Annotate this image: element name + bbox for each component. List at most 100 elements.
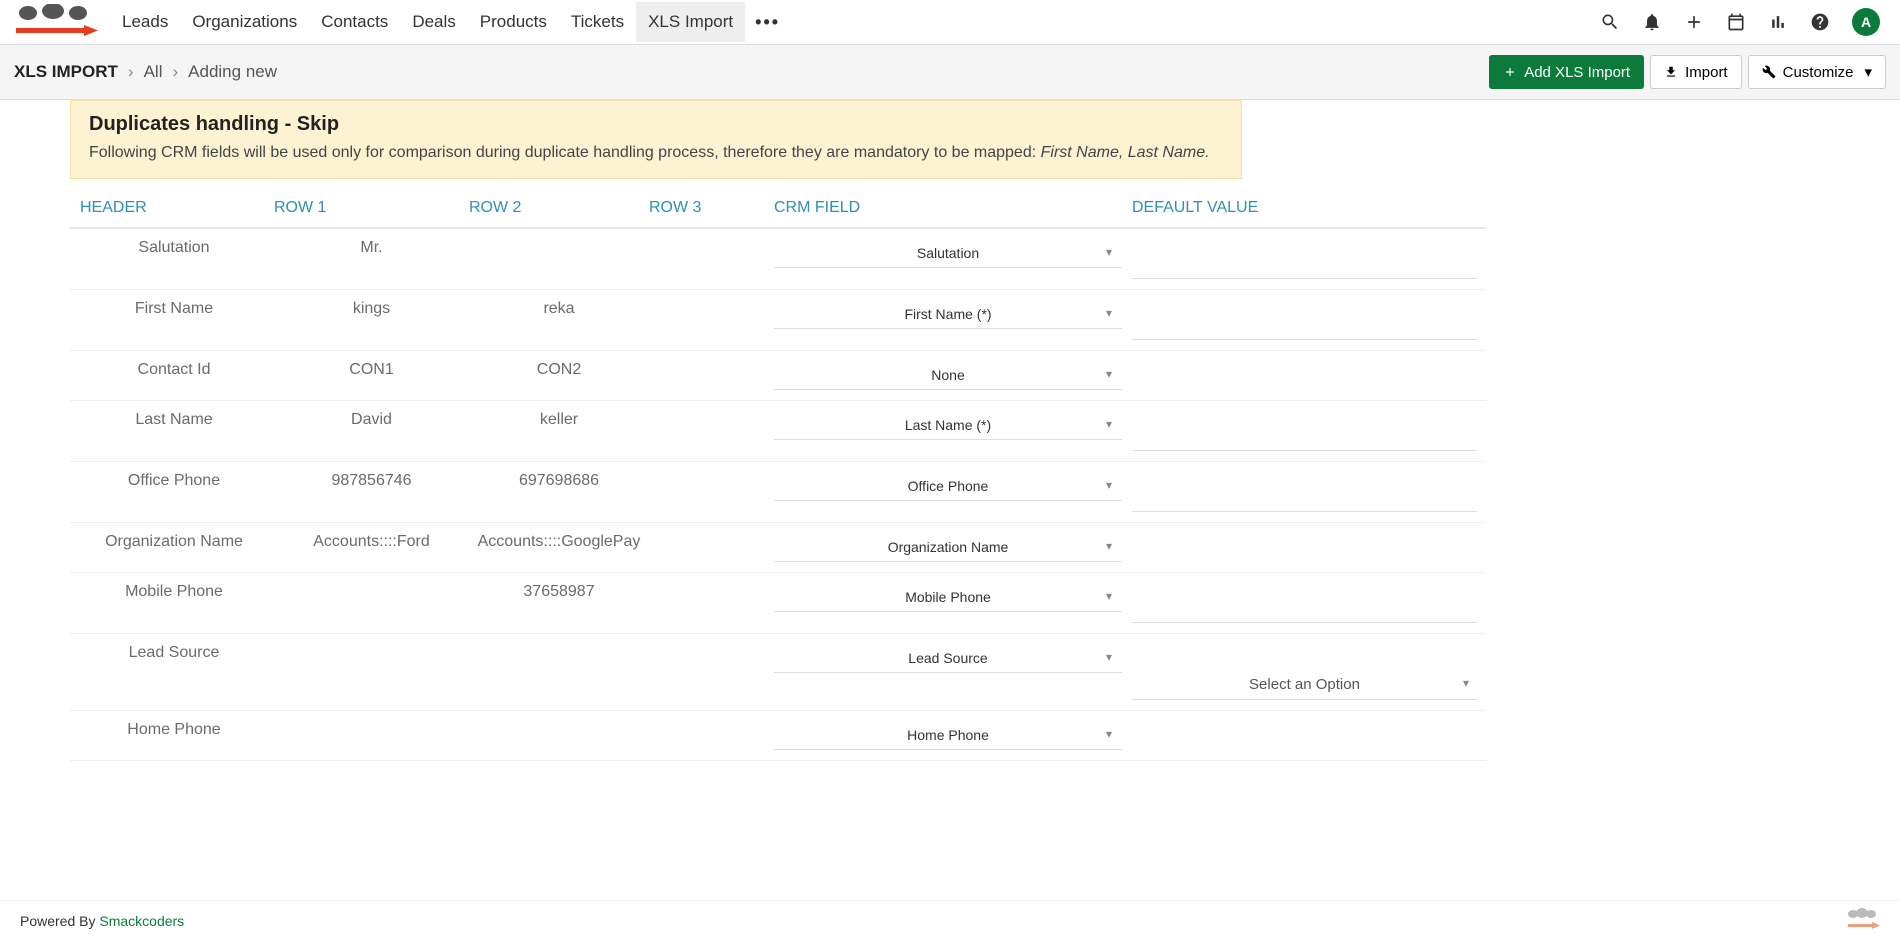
help-icon[interactable] bbox=[1810, 12, 1830, 32]
cell-crm-field: None bbox=[774, 361, 1132, 390]
crm-field-select[interactable]: Home Phone bbox=[774, 721, 1122, 750]
chevron-right-icon: › bbox=[172, 62, 178, 82]
cell-default-value bbox=[1132, 239, 1482, 279]
default-value-select[interactable]: Select an Option bbox=[1132, 670, 1477, 700]
add-xls-import-button[interactable]: Add XLS Import bbox=[1489, 55, 1644, 89]
cell-default-value bbox=[1132, 583, 1482, 623]
cell-row2: CON2 bbox=[469, 361, 649, 379]
crm-field-select[interactable]: Last Name (*) bbox=[774, 411, 1122, 440]
cell-header: Home Phone bbox=[74, 721, 274, 739]
cell-default-value: Select an Option bbox=[1132, 644, 1482, 700]
cell-row2: reka bbox=[469, 300, 649, 318]
breadcrumb-current: Adding new bbox=[188, 62, 277, 82]
cell-row1: 987856746 bbox=[274, 472, 469, 490]
cell-row2: Accounts::::GooglePay bbox=[469, 533, 649, 551]
crm-field-select[interactable]: Office Phone bbox=[774, 472, 1122, 501]
nav-tab-leads[interactable]: Leads bbox=[110, 2, 180, 42]
cell-header: Contact Id bbox=[74, 361, 274, 379]
warning-title: Duplicates handling - Skip bbox=[89, 113, 1223, 136]
cell-crm-field: Home Phone bbox=[774, 721, 1132, 750]
sub-header: XLS IMPORT › All › Adding new Add XLS Im… bbox=[0, 45, 1900, 100]
cell-header: Office Phone bbox=[74, 472, 274, 490]
caret-down-icon: ▾ bbox=[1864, 63, 1872, 81]
cell-row1: CON1 bbox=[274, 361, 469, 379]
th-header: HEADER bbox=[74, 199, 274, 217]
calendar-icon[interactable] bbox=[1726, 12, 1746, 32]
breadcrumb-root[interactable]: XLS IMPORT bbox=[14, 62, 118, 82]
warning-text: Following CRM fields will be used only f… bbox=[89, 144, 1223, 162]
content: Duplicates handling - Skip Following CRM… bbox=[0, 100, 1900, 761]
table-row: First NamekingsrekaFirst Name (*) bbox=[70, 290, 1486, 351]
mapping-table: HEADER ROW 1 ROW 2 ROW 3 CRM FIELD DEFAU… bbox=[70, 189, 1486, 761]
footer-prefix: Powered By bbox=[20, 913, 99, 929]
cell-row2: 697698686 bbox=[469, 472, 649, 490]
download-icon bbox=[1664, 65, 1678, 79]
th-default-value: DEFAULT VALUE bbox=[1132, 199, 1482, 217]
cell-crm-field: Lead Source bbox=[774, 644, 1132, 673]
cell-header: Salutation bbox=[74, 239, 274, 257]
crm-field-select[interactable]: None bbox=[774, 361, 1122, 390]
warning-text-prefix: Following CRM fields will be used only f… bbox=[89, 144, 1041, 161]
avatar[interactable]: A bbox=[1852, 8, 1880, 36]
nav-tab-tickets[interactable]: Tickets bbox=[559, 2, 636, 42]
footer: Powered By Smackcoders bbox=[0, 900, 1900, 940]
crm-field-select[interactable]: Salutation bbox=[774, 239, 1122, 268]
table-row: Last NameDavidkellerLast Name (*) bbox=[70, 401, 1486, 462]
nav-tab-deals[interactable]: Deals bbox=[400, 2, 467, 42]
cell-row1: David bbox=[274, 411, 469, 429]
breadcrumb-all[interactable]: All bbox=[144, 62, 163, 82]
cell-header: Last Name bbox=[74, 411, 274, 429]
chevron-right-icon: › bbox=[128, 62, 134, 82]
cell-default-value bbox=[1132, 411, 1482, 451]
cell-header: Mobile Phone bbox=[74, 583, 274, 601]
nav-tabs: LeadsOrganizationsContactsDealsProductsT… bbox=[110, 2, 1600, 42]
nav-tab-contacts[interactable]: Contacts bbox=[309, 2, 400, 42]
footer-text: Powered By Smackcoders bbox=[20, 913, 184, 929]
cell-crm-field: Salutation bbox=[774, 239, 1132, 268]
default-value-input[interactable] bbox=[1132, 597, 1477, 623]
nav-more-button[interactable]: ••• bbox=[745, 4, 790, 41]
nav-tab-organizations[interactable]: Organizations bbox=[180, 2, 309, 42]
th-row3: ROW 3 bbox=[649, 199, 774, 217]
plus-icon[interactable] bbox=[1684, 12, 1704, 32]
default-value-input[interactable] bbox=[1132, 486, 1477, 512]
table-row: SalutationMr.Salutation bbox=[70, 229, 1486, 290]
table-row: Organization NameAccounts::::FordAccount… bbox=[70, 523, 1486, 573]
table-row: Lead SourceLead SourceSelect an Option bbox=[70, 634, 1486, 711]
cell-row1: Mr. bbox=[274, 239, 469, 257]
top-nav: LeadsOrganizationsContactsDealsProductsT… bbox=[0, 0, 1900, 45]
chart-icon[interactable] bbox=[1768, 12, 1788, 32]
breadcrumb: XLS IMPORT › All › Adding new bbox=[14, 62, 277, 82]
crm-field-select[interactable]: First Name (*) bbox=[774, 300, 1122, 329]
duplicates-warning-panel: Duplicates handling - Skip Following CRM… bbox=[70, 100, 1242, 179]
table-row: Contact IdCON1CON2 None bbox=[70, 351, 1486, 401]
nav-icons: A bbox=[1600, 8, 1892, 36]
warning-text-fields: First Name, Last Name. bbox=[1041, 144, 1210, 161]
crm-field-select[interactable]: Mobile Phone bbox=[774, 583, 1122, 612]
sub-actions: Add XLS Import Import Customize ▾ bbox=[1489, 55, 1886, 89]
cell-row1: Accounts::::Ford bbox=[274, 533, 469, 551]
footer-link[interactable]: Smackcoders bbox=[99, 913, 184, 929]
cell-default-value bbox=[1132, 472, 1482, 512]
cell-row1: kings bbox=[274, 300, 469, 318]
search-icon[interactable] bbox=[1600, 12, 1620, 32]
customize-button[interactable]: Customize ▾ bbox=[1748, 55, 1886, 89]
nav-tab-xls-import[interactable]: XLS Import bbox=[636, 2, 745, 42]
table-body: SalutationMr.SalutationFirst Namekingsre… bbox=[70, 229, 1486, 761]
default-value-input[interactable] bbox=[1132, 314, 1477, 340]
nav-tab-products[interactable]: Products bbox=[468, 2, 559, 42]
import-button[interactable]: Import bbox=[1650, 55, 1742, 89]
footer-logo[interactable] bbox=[1844, 907, 1880, 934]
cell-crm-field: Organization Name bbox=[774, 533, 1132, 562]
crm-field-select[interactable]: Organization Name bbox=[774, 533, 1122, 562]
app-logo[interactable] bbox=[8, 4, 98, 40]
add-label: Add XLS Import bbox=[1524, 64, 1630, 81]
crm-field-select[interactable]: Lead Source bbox=[774, 644, 1122, 673]
default-value-input[interactable] bbox=[1132, 425, 1477, 451]
cell-crm-field: First Name (*) bbox=[774, 300, 1132, 329]
bell-icon[interactable] bbox=[1642, 12, 1662, 32]
table-row: Mobile Phone37658987Mobile Phone bbox=[70, 573, 1486, 634]
default-value-input[interactable] bbox=[1132, 253, 1477, 279]
cell-header: Organization Name bbox=[74, 533, 274, 551]
table-row: Office Phone987856746697698686Office Pho… bbox=[70, 462, 1486, 523]
